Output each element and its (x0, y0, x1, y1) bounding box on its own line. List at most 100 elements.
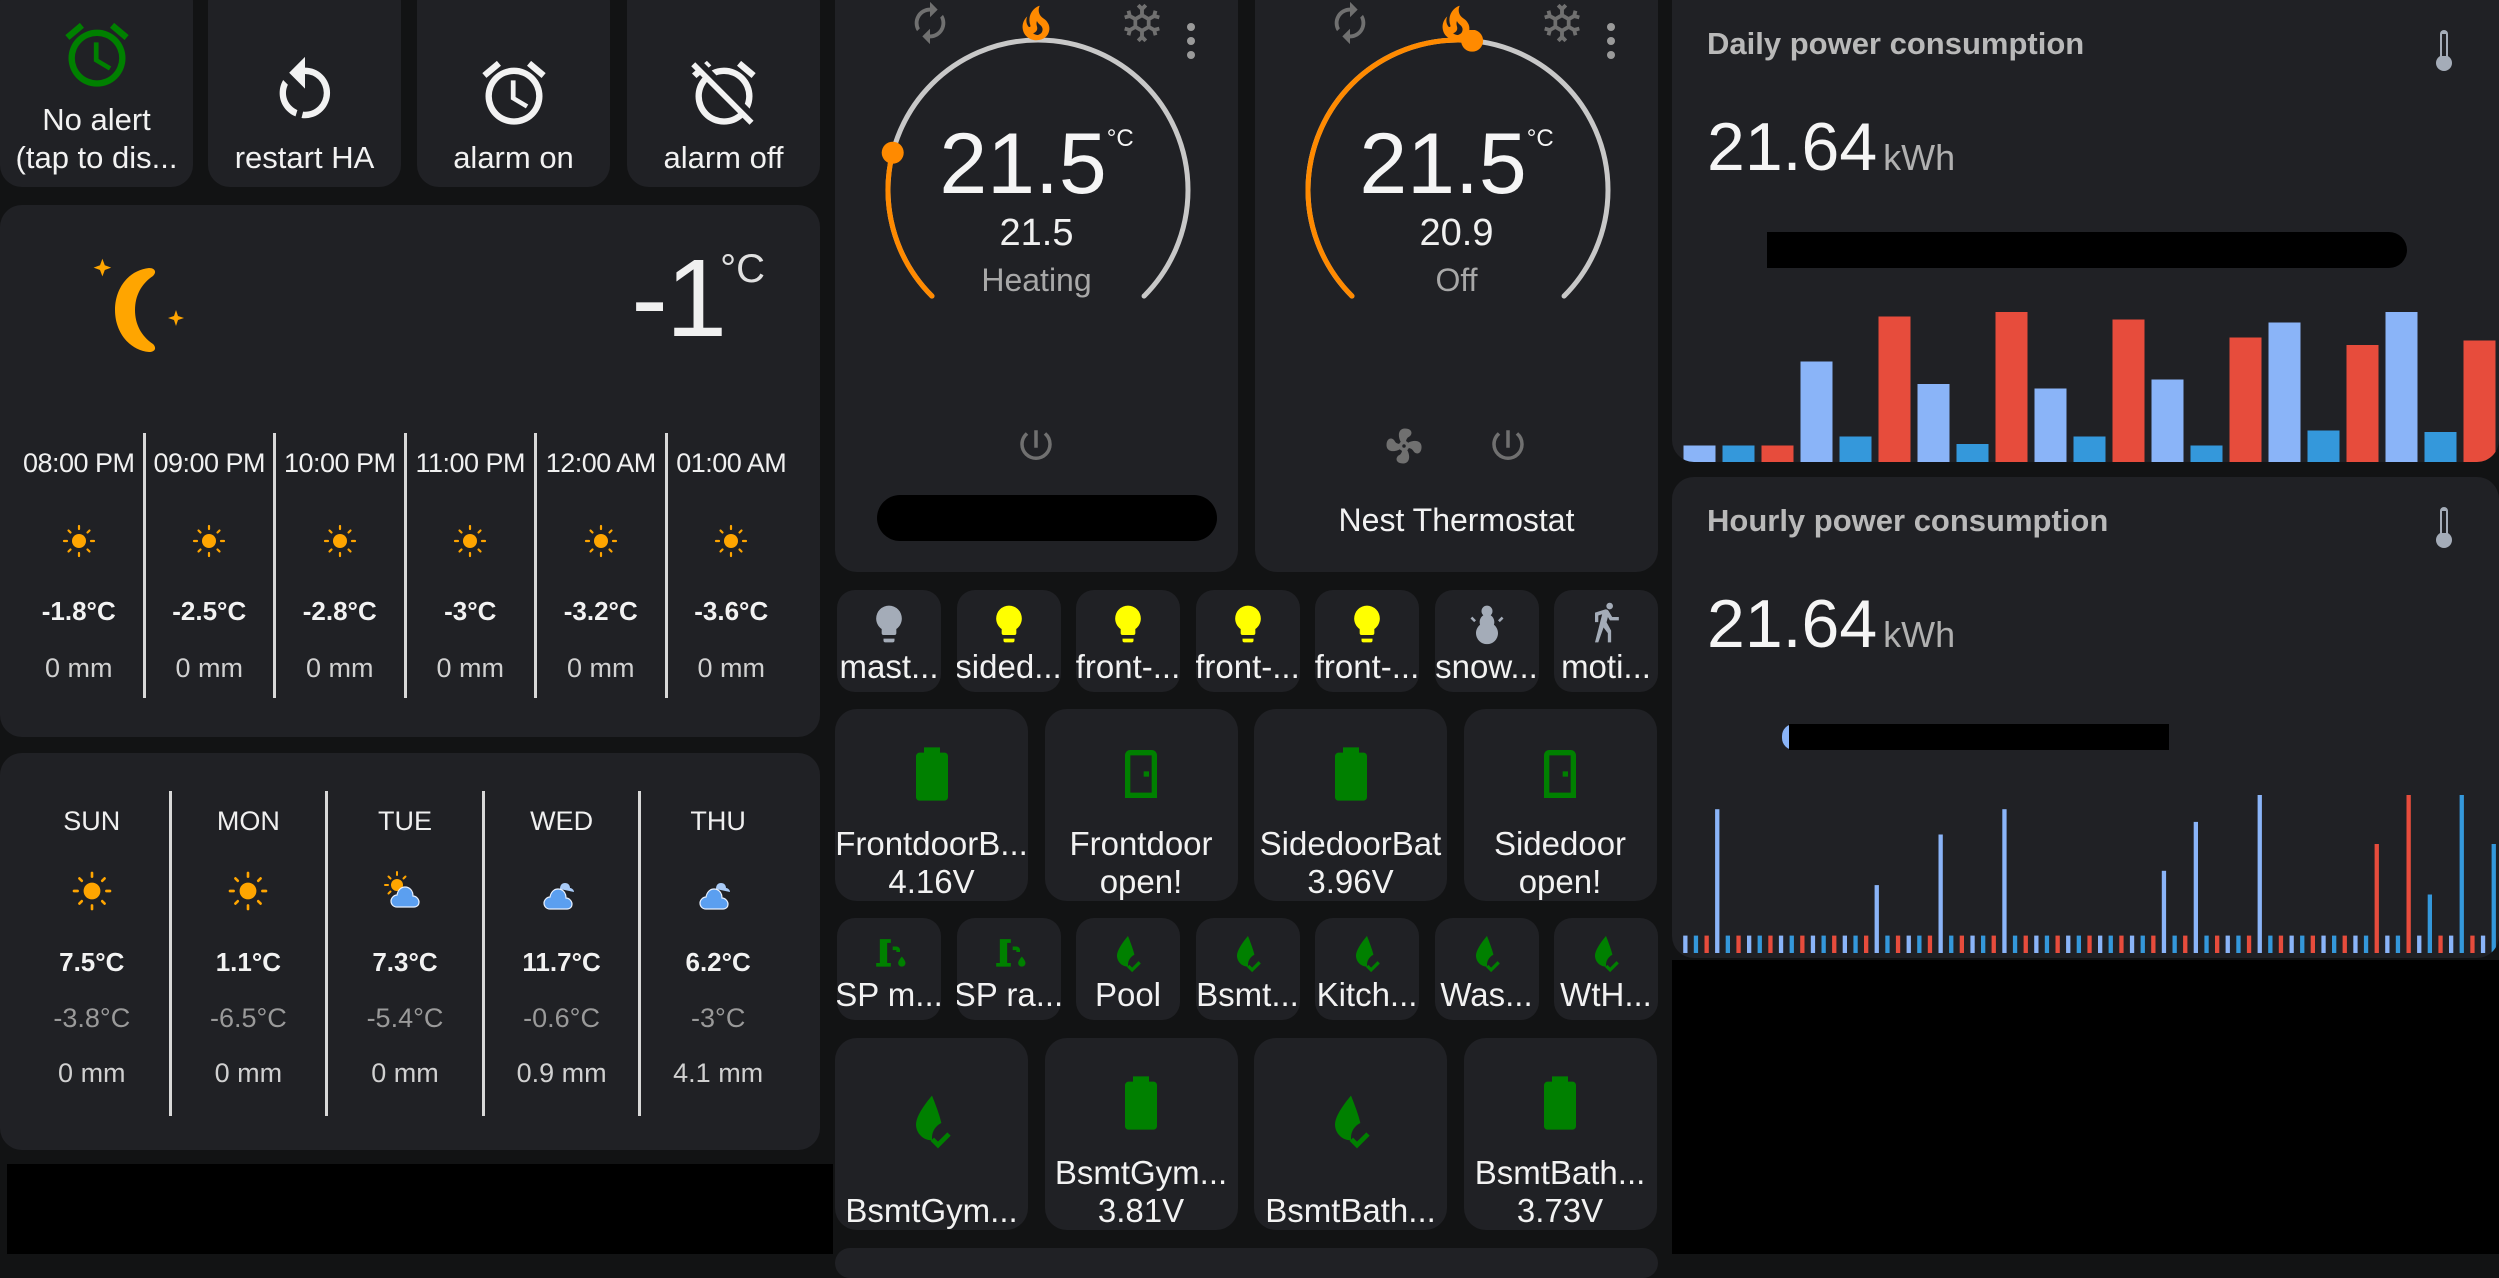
chart-bar[interactable] (1842, 935, 1847, 953)
chart-bar[interactable] (2363, 935, 2369, 953)
chart-bar[interactable] (2268, 935, 2273, 953)
chart-bar[interactable] (2424, 432, 2457, 462)
chart-bar[interactable] (2023, 935, 2028, 953)
chart-bar[interactable] (1761, 445, 1794, 463)
chart-bar[interactable] (2463, 340, 2496, 463)
chart-bar[interactable] (1874, 885, 1879, 953)
chart-bar[interactable] (1959, 935, 1964, 953)
water-sensor-button[interactable]: SP m... (837, 918, 941, 1020)
chart-bar[interactable] (1722, 445, 1755, 463)
chart-bar[interactable] (2151, 379, 2184, 463)
chart-bar[interactable] (1683, 445, 1716, 463)
water-sensor-button[interactable]: Bsmt... (1195, 918, 1300, 1020)
door-sensor-button[interactable]: FrontdoorB... 4.16V (835, 709, 1028, 901)
auto-icon[interactable] (1327, 0, 1373, 46)
alert-button[interactable]: No alert (tap to dis... (0, 0, 193, 187)
chart-bar[interactable] (1864, 935, 1869, 953)
chart-bar[interactable] (2172, 935, 2177, 953)
chart-bar[interactable] (1789, 935, 1794, 953)
chart-bar[interactable] (1800, 361, 1833, 463)
alarm-on-button[interactable]: alarm on (417, 0, 610, 187)
chart-bar[interactable] (2310, 935, 2315, 953)
chart-bar[interactable] (1991, 935, 1996, 953)
light-button[interactable]: mast... (837, 590, 941, 692)
chart-bar[interactable] (2459, 795, 2464, 953)
chart-bar[interactable] (2417, 935, 2422, 953)
chart-bar[interactable] (2129, 935, 2135, 953)
door-sensor-button[interactable]: Frontdoor open! (1044, 709, 1238, 901)
chart-bar[interactable] (2307, 430, 2340, 463)
chart-bar[interactable] (2438, 935, 2443, 953)
chart-bar[interactable] (1885, 935, 1890, 953)
alarm-off-button[interactable]: alarm off (627, 0, 820, 187)
chart-bar[interactable] (2278, 935, 2284, 953)
chart-bar[interactable] (2066, 935, 2071, 953)
basement-sensor-button[interactable]: BsmtBath... 3.73V (1463, 1038, 1657, 1230)
light-button[interactable]: snow... (1434, 590, 1539, 692)
thermostat-card[interactable]: 21.5°C 21.5 Heating (835, 0, 1238, 572)
chart-bar[interactable] (2427, 894, 2432, 954)
water-sensor-button[interactable]: Was... (1434, 918, 1539, 1020)
basement-sensor-button[interactable]: BsmtGym... (835, 1038, 1028, 1230)
basement-sensor-button[interactable]: BsmtBath... (1254, 1038, 1447, 1230)
thermostat-card[interactable]: 21.5°C 20.9 Off Nest Thermostat (1255, 0, 1658, 572)
auto-icon[interactable] (907, 0, 953, 46)
chart-bar[interactable] (1853, 935, 1858, 953)
chart-bar[interactable] (2246, 935, 2252, 953)
chart-bar[interactable] (2395, 935, 2401, 953)
chart-bar[interactable] (2289, 935, 2294, 953)
chart-bar[interactable] (1832, 935, 1837, 953)
chart-bar[interactable] (1839, 436, 1872, 463)
chart-bar[interactable] (1800, 935, 1805, 953)
chart-bar[interactable] (1981, 935, 1986, 953)
chart-bar[interactable] (1693, 935, 1699, 953)
chart-bar[interactable] (1757, 935, 1762, 953)
light-button[interactable]: front-... (1076, 590, 1180, 692)
chart-bar[interactable] (2385, 312, 2418, 462)
chart-bar[interactable] (2002, 809, 2007, 953)
chart-bar[interactable] (1917, 935, 1922, 953)
chart-bar[interactable] (2140, 935, 2145, 953)
weather-hourly-card[interactable]: -1 °C 08:00 PM -1.8°C 0 mm 09:00 PM -2.5… (0, 205, 820, 737)
chart-bar[interactable] (2215, 935, 2220, 953)
heat-icon[interactable] (1433, 0, 1479, 46)
daily-power-card[interactable]: Daily power consumption 21.64 kWh (1672, 0, 2499, 462)
chart-bar[interactable] (1970, 935, 1975, 953)
chart-bar[interactable] (2098, 935, 2103, 953)
chart-bar[interactable] (2055, 935, 2060, 953)
light-button[interactable]: moti... (1554, 590, 1658, 692)
chart-bar[interactable] (2073, 436, 2106, 463)
chart-bar[interactable] (2190, 445, 2223, 463)
chart-bar[interactable] (1704, 935, 1709, 953)
chart-bar[interactable] (2076, 935, 2081, 953)
chart-bar[interactable] (1778, 935, 1784, 953)
chart-bar[interactable] (2112, 319, 2145, 463)
chart-bar[interactable] (2012, 935, 2018, 953)
water-sensor-button[interactable]: WtH... (1554, 918, 1658, 1020)
cool-icon[interactable] (1119, 0, 1165, 46)
cool-icon[interactable] (1539, 0, 1585, 46)
chart-bar[interactable] (2342, 935, 2347, 953)
chart-bar[interactable] (2374, 844, 2379, 953)
chart-bar[interactable] (2385, 935, 2390, 953)
basement-sensor-button[interactable]: BsmtGym... 3.81V (1044, 1038, 1238, 1230)
light-button[interactable]: sided... (956, 590, 1061, 692)
chart-bar[interactable] (2491, 844, 2496, 953)
chart-bar[interactable] (2151, 935, 2156, 953)
chart-bar[interactable] (2161, 870, 2167, 953)
weather-daily-card[interactable]: SUN 7.5°C -3.8°C 0 mm MON 1.1°C -6.5°C 0… (0, 753, 820, 1150)
more-options-icon[interactable] (1604, 22, 1618, 62)
chart-bar[interactable] (1715, 809, 1720, 953)
chart-bar[interactable] (1938, 834, 1943, 954)
light-button[interactable]: front-... (1315, 590, 1419, 692)
chart-bar[interactable] (1821, 935, 1826, 953)
chart-bar[interactable] (2225, 935, 2230, 953)
chart-bar[interactable] (1878, 316, 1911, 463)
door-sensor-button[interactable]: Sidedoor open! (1463, 709, 1657, 901)
chart-bar[interactable] (1995, 312, 2028, 462)
chart-bar[interactable] (1725, 935, 1730, 953)
chart-bar[interactable] (2480, 935, 2486, 953)
chart-bar[interactable] (2119, 935, 2124, 953)
light-button[interactable]: front-... (1195, 590, 1300, 692)
chart-bar[interactable] (2406, 795, 2411, 953)
